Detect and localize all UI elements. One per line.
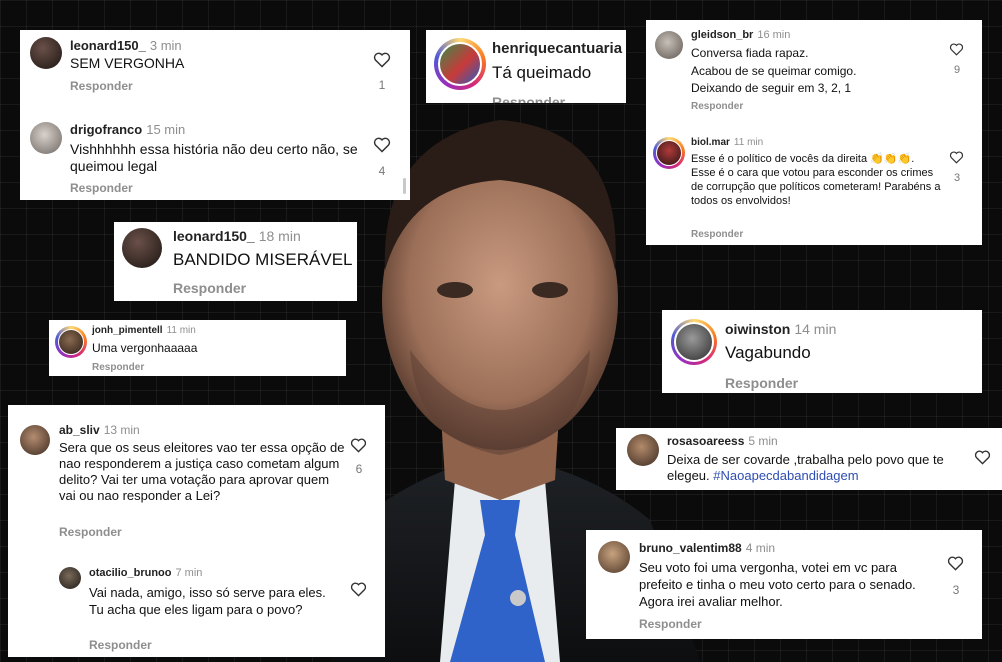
like-count: 1 — [378, 78, 386, 92]
user-avatar[interactable] — [598, 541, 630, 573]
comment-username[interactable]: bruno_valentim88 — [639, 541, 742, 555]
comment-time: 18 min — [258, 228, 301, 244]
reply-button[interactable]: Responder — [59, 525, 122, 539]
reply-button[interactable]: Responder — [691, 229, 743, 240]
comment-text: Deixa de ser covarde ,trabalha pelo povo… — [667, 452, 957, 484]
comment-username[interactable]: biol.mar — [691, 137, 730, 148]
comment-time: 5 min — [748, 434, 778, 448]
heart-outline-icon[interactable] — [373, 52, 391, 68]
heart-outline-icon[interactable] — [947, 556, 964, 571]
like-count: 3 — [953, 172, 961, 184]
comment-time: 14 min — [794, 321, 837, 337]
user-avatar[interactable] — [627, 434, 659, 466]
comment-username[interactable]: drigofranco — [70, 122, 142, 137]
user-avatar[interactable] — [438, 42, 482, 86]
comment-text: Tá queimado — [492, 63, 592, 82]
heart-outline-icon[interactable] — [350, 438, 367, 453]
comment-card-5: jonh_pimentell 11 min Uma vergonhaaaaa Re… — [49, 320, 346, 376]
reply-button[interactable]: Responder — [639, 617, 702, 631]
user-avatar[interactable] — [30, 122, 62, 154]
heart-outline-icon[interactable] — [949, 43, 964, 56]
reply-button[interactable]: Responder — [89, 638, 152, 652]
comment-text: Esse é o político de vocês da direita 👏👏… — [691, 153, 941, 207]
comment-time: 7 min — [175, 567, 203, 579]
comment-time: 13 min — [103, 423, 140, 437]
heart-outline-icon[interactable] — [373, 137, 391, 153]
reply-button[interactable]: Responder — [725, 375, 798, 391]
comment-card-7: ab_sliv 13 min Sera que os seus eleitores… — [8, 405, 385, 657]
user-avatar[interactable] — [674, 322, 714, 362]
comment-text: SEM VERGONHA — [70, 55, 185, 71]
comment-text: BANDIDO MISERÁVEL — [173, 250, 353, 269]
user-avatar[interactable] — [656, 140, 682, 166]
comment-text: Vagabundo — [725, 343, 811, 362]
comment-text: Vishhhhhh essa história não deu certo nã… — [70, 141, 358, 174]
reply-button[interactable]: Responder — [92, 362, 144, 373]
comment-username[interactable]: jonh_pimentell — [92, 325, 163, 336]
comment-text: Vai nada, amigo, isso só serve para eles… — [89, 585, 326, 617]
reply-button[interactable]: Responder — [691, 101, 743, 112]
reply-button[interactable]: Responder — [70, 79, 133, 93]
comment-username[interactable]: otacilio_brunoo — [89, 567, 172, 579]
comment-text-line: Conversa fiada rapaz. — [691, 46, 809, 60]
comment-time: 11 min — [733, 137, 764, 148]
reply-button[interactable]: Responder — [173, 280, 246, 296]
comment-card-8: rosasoareess 5 min Deixa de ser covarde ,… — [616, 428, 1002, 490]
heart-outline-icon[interactable] — [949, 151, 964, 164]
comment-username[interactable]: gleidson_br — [691, 29, 753, 41]
scrollbar[interactable] — [403, 178, 406, 194]
comment-time: 16 min — [757, 29, 791, 41]
hashtag-link[interactable]: #Naoapecdabandidagem — [713, 468, 858, 483]
comment-time: 4 min — [745, 541, 776, 555]
comment-username[interactable]: rosasoareess — [667, 434, 744, 448]
user-avatar[interactable] — [122, 228, 162, 268]
reply-button[interactable]: Responder — [70, 181, 133, 195]
comment-text: Seu voto foi uma vergonha, votei em vc p… — [639, 560, 916, 609]
comment-time: 11 min — [166, 325, 196, 336]
comment-card-2: henriquecantuaria Tá queimado Responder — [426, 30, 626, 103]
comment-text-line: Acabou de se queimar comigo. — [691, 64, 857, 78]
comment-username[interactable]: oiwinston — [725, 321, 790, 337]
heart-outline-icon[interactable] — [974, 450, 991, 465]
like-count: 9 — [953, 64, 961, 76]
reply-button[interactable]: Responder — [492, 94, 565, 103]
like-count: 3 — [952, 583, 960, 597]
comment-username[interactable]: leonard150_ — [70, 38, 146, 53]
comment-text: Uma vergonhaaaaa — [92, 341, 198, 355]
comment-card-3: gleidson_br 16 min Conversa fiada rapaz. … — [646, 20, 982, 245]
comment-text-line: Deixando de seguir em 3, 2, 1 — [691, 81, 852, 95]
comment-username[interactable]: henriquecantuaria — [492, 40, 622, 57]
user-avatar[interactable] — [58, 329, 84, 355]
comment-time: 3 min — [149, 38, 182, 53]
comment-username[interactable]: ab_sliv — [59, 423, 100, 437]
comment-text: Sera que os seus eleitores vao ter essa … — [59, 440, 345, 503]
like-count: 4 — [378, 164, 386, 178]
comment-username[interactable]: leonard150_ — [173, 228, 255, 244]
user-avatar[interactable] — [655, 31, 683, 59]
comment-card-9: bruno_valentim88 4 min Seu voto foi uma v… — [586, 530, 982, 639]
heart-outline-icon[interactable] — [350, 582, 367, 597]
like-count: 6 — [355, 462, 363, 476]
comment-card-6: oiwinston 14 min Vagabundo Responder — [662, 310, 982, 393]
comment-card-1: leonard150_ 3 min SEM VERGONHA Responder … — [20, 30, 410, 200]
comment-time: 15 min — [146, 122, 186, 137]
comment-card-4: leonard150_ 18 min BANDIDO MISERÁVEL Resp… — [114, 222, 357, 301]
user-avatar[interactable] — [30, 37, 62, 69]
user-avatar[interactable] — [20, 425, 50, 455]
user-avatar[interactable] — [59, 567, 81, 589]
